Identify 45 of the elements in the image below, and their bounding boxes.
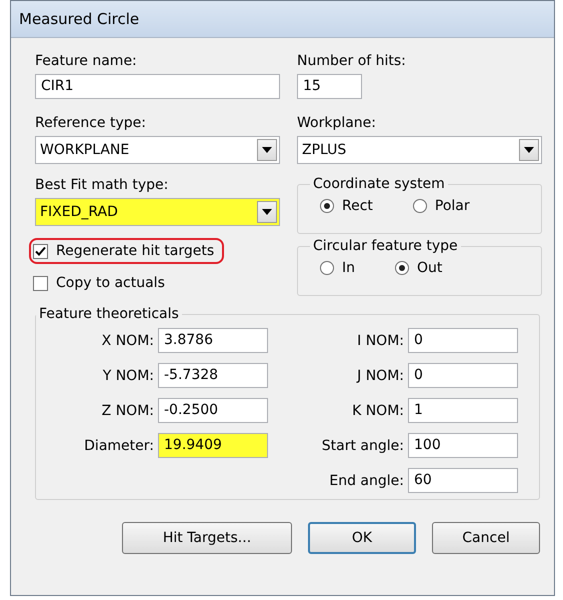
dialog-button[interactable]: OK [308, 522, 416, 554]
field-label: End angle: [328, 472, 405, 488]
input-field[interactable]: 1 [408, 398, 518, 423]
field-label: Workplane: [297, 114, 378, 132]
caret-icon [524, 147, 534, 153]
field-label: Start angle: [320, 438, 405, 454]
field-label: Number of hits: [297, 52, 407, 70]
window-title: Measured Circle [19, 10, 140, 28]
radio-button[interactable]: In [320, 260, 356, 276]
dropdown[interactable]: WORKPLANE [35, 136, 280, 164]
caret-icon [262, 209, 272, 215]
field-label: K NOM: [351, 402, 405, 418]
field-label: Reference type: [35, 114, 147, 132]
checkbox[interactable]: Copy to actuals [33, 275, 165, 291]
checkbox[interactable]: Regenerate hit targets [33, 243, 214, 259]
caret-icon [262, 147, 272, 153]
input-field[interactable]: 60 [408, 468, 518, 493]
group-title: Coordinate system [312, 176, 446, 192]
field-label: Y NOM: [102, 368, 155, 384]
input-field[interactable]: CIR1 [35, 74, 280, 99]
field-label: I NOM: [356, 332, 405, 348]
input-field[interactable]: -5.7328 [158, 363, 268, 388]
input-field[interactable]: 15 [297, 74, 362, 99]
field-label: Feature name: [35, 52, 138, 70]
input-field[interactable]: 19.9409 [158, 433, 268, 458]
dropdown[interactable]: ZPLUS [297, 136, 542, 164]
input-field[interactable]: 0 [408, 328, 518, 353]
input-field[interactable]: 0 [408, 363, 518, 388]
group-title: Circular feature type [312, 238, 459, 254]
field-label: J NOM: [355, 368, 405, 384]
dialog-button[interactable]: Cancel [432, 522, 540, 554]
dropdown[interactable]: FIXED_RAD [35, 198, 280, 226]
check-icon [35, 246, 46, 256]
group-title: Feature theoreticals [38, 306, 180, 322]
field-label: Diameter: [83, 438, 155, 454]
field-label: Z NOM: [100, 402, 155, 418]
input-field[interactable]: 3.8786 [158, 328, 268, 353]
field-label: X NOM: [100, 332, 155, 348]
input-field[interactable]: -0.2500 [158, 398, 268, 423]
radio-button[interactable]: Polar [412, 198, 470, 214]
radio-button[interactable]: Rect [320, 198, 373, 214]
field-label: Best Fit math type: [35, 176, 170, 194]
dialog-button[interactable]: Hit Targets... [122, 522, 292, 554]
input-field[interactable]: 100 [408, 433, 518, 458]
radio-button[interactable]: Out [395, 260, 442, 276]
